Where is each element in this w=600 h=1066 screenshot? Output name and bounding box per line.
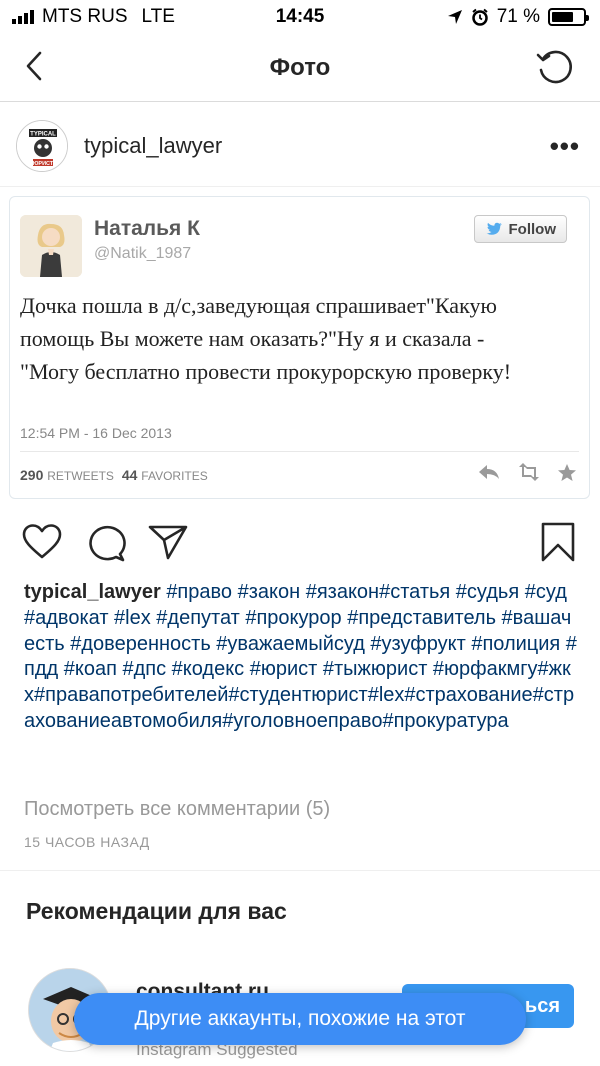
section-divider xyxy=(0,870,600,871)
post-username[interactable]: typical_lawyer xyxy=(84,133,222,159)
post-header: TYPICAL ЮРИСТ typical_lawyer ••• xyxy=(0,103,600,187)
post-timestamp: 15 ЧАСОВ НАЗАД xyxy=(24,834,150,850)
post-image[interactable]: Наталья К @Natik_1987 Follow Дочка пошла… xyxy=(0,190,600,510)
alarm-clock-icon xyxy=(471,8,488,26)
caption-username[interactable]: typical_lawyer xyxy=(24,581,161,603)
more-options-icon[interactable]: ••• xyxy=(550,131,580,162)
tweet-author-handle: @Natik_1987 xyxy=(94,245,192,262)
recommendations-title: Рекомендации для вас xyxy=(26,898,287,924)
tweet-date: 12:54 PM - 16 Dec 2013 xyxy=(20,425,172,441)
battery-percent: 71 % xyxy=(496,6,540,27)
bookmark-icon[interactable] xyxy=(540,522,576,562)
battery-icon xyxy=(548,8,589,26)
svg-text:TYPICAL: TYPICAL xyxy=(30,132,56,138)
favorite-star-icon xyxy=(558,464,576,481)
svg-text:ЮРИСТ: ЮРИСТ xyxy=(33,161,54,167)
tweet-follow-button: Follow xyxy=(473,215,567,243)
refresh-icon[interactable] xyxy=(534,46,576,88)
retweet-icon xyxy=(519,463,539,481)
tweet-stats: 290 RETWEETS 44 FAVORITES xyxy=(20,467,208,483)
page-title: Фото xyxy=(269,54,331,81)
post-caption: typical_lawyer #право #закон #язакон#ста… xyxy=(24,580,580,735)
status-right: 71 % xyxy=(447,6,589,28)
twitter-bird-icon xyxy=(486,222,502,235)
nav-bar: Фото xyxy=(0,34,600,102)
similar-accounts-toast[interactable]: Другие аккаунты, похожие на этот xyxy=(74,993,526,1045)
lawyer-logo-icon: TYPICAL ЮРИСТ xyxy=(17,121,67,171)
battery-level xyxy=(552,12,574,22)
tweet-avatar xyxy=(20,215,82,277)
tweet-author-name: Наталья К xyxy=(94,217,200,240)
location-arrow-icon xyxy=(447,10,462,24)
tweet-actions xyxy=(477,463,577,483)
caption-hashtags[interactable]: #право #закон #язакон#статья #судья #суд… xyxy=(24,581,577,732)
view-comments-link[interactable]: Посмотреть все комментарии (5) xyxy=(24,798,330,821)
favorites-count: 44 xyxy=(121,467,138,483)
heart-icon[interactable] xyxy=(22,524,62,560)
tweet-follow-label: Follow xyxy=(508,220,557,238)
post-actions xyxy=(0,518,600,568)
tweet-avatar-illustration xyxy=(20,215,82,277)
avatar[interactable]: TYPICAL ЮРИСТ xyxy=(16,120,68,172)
tweet-divider xyxy=(20,451,579,452)
comment-icon[interactable] xyxy=(86,524,126,562)
retweets-label: RETWEETS xyxy=(47,469,114,483)
reply-icon xyxy=(479,465,499,479)
tweet-card: Наталья К @Natik_1987 Follow Дочка пошла… xyxy=(9,196,590,499)
retweets-count: 290 xyxy=(20,467,44,483)
tweet-text: Дочка пошла в д/с,заведующая спрашивает"… xyxy=(20,293,512,384)
share-icon[interactable] xyxy=(148,524,188,560)
status-bar: MTS RUS LTE 14:45 71 % xyxy=(0,0,600,34)
favorites-label: FAVORITES xyxy=(141,469,208,483)
